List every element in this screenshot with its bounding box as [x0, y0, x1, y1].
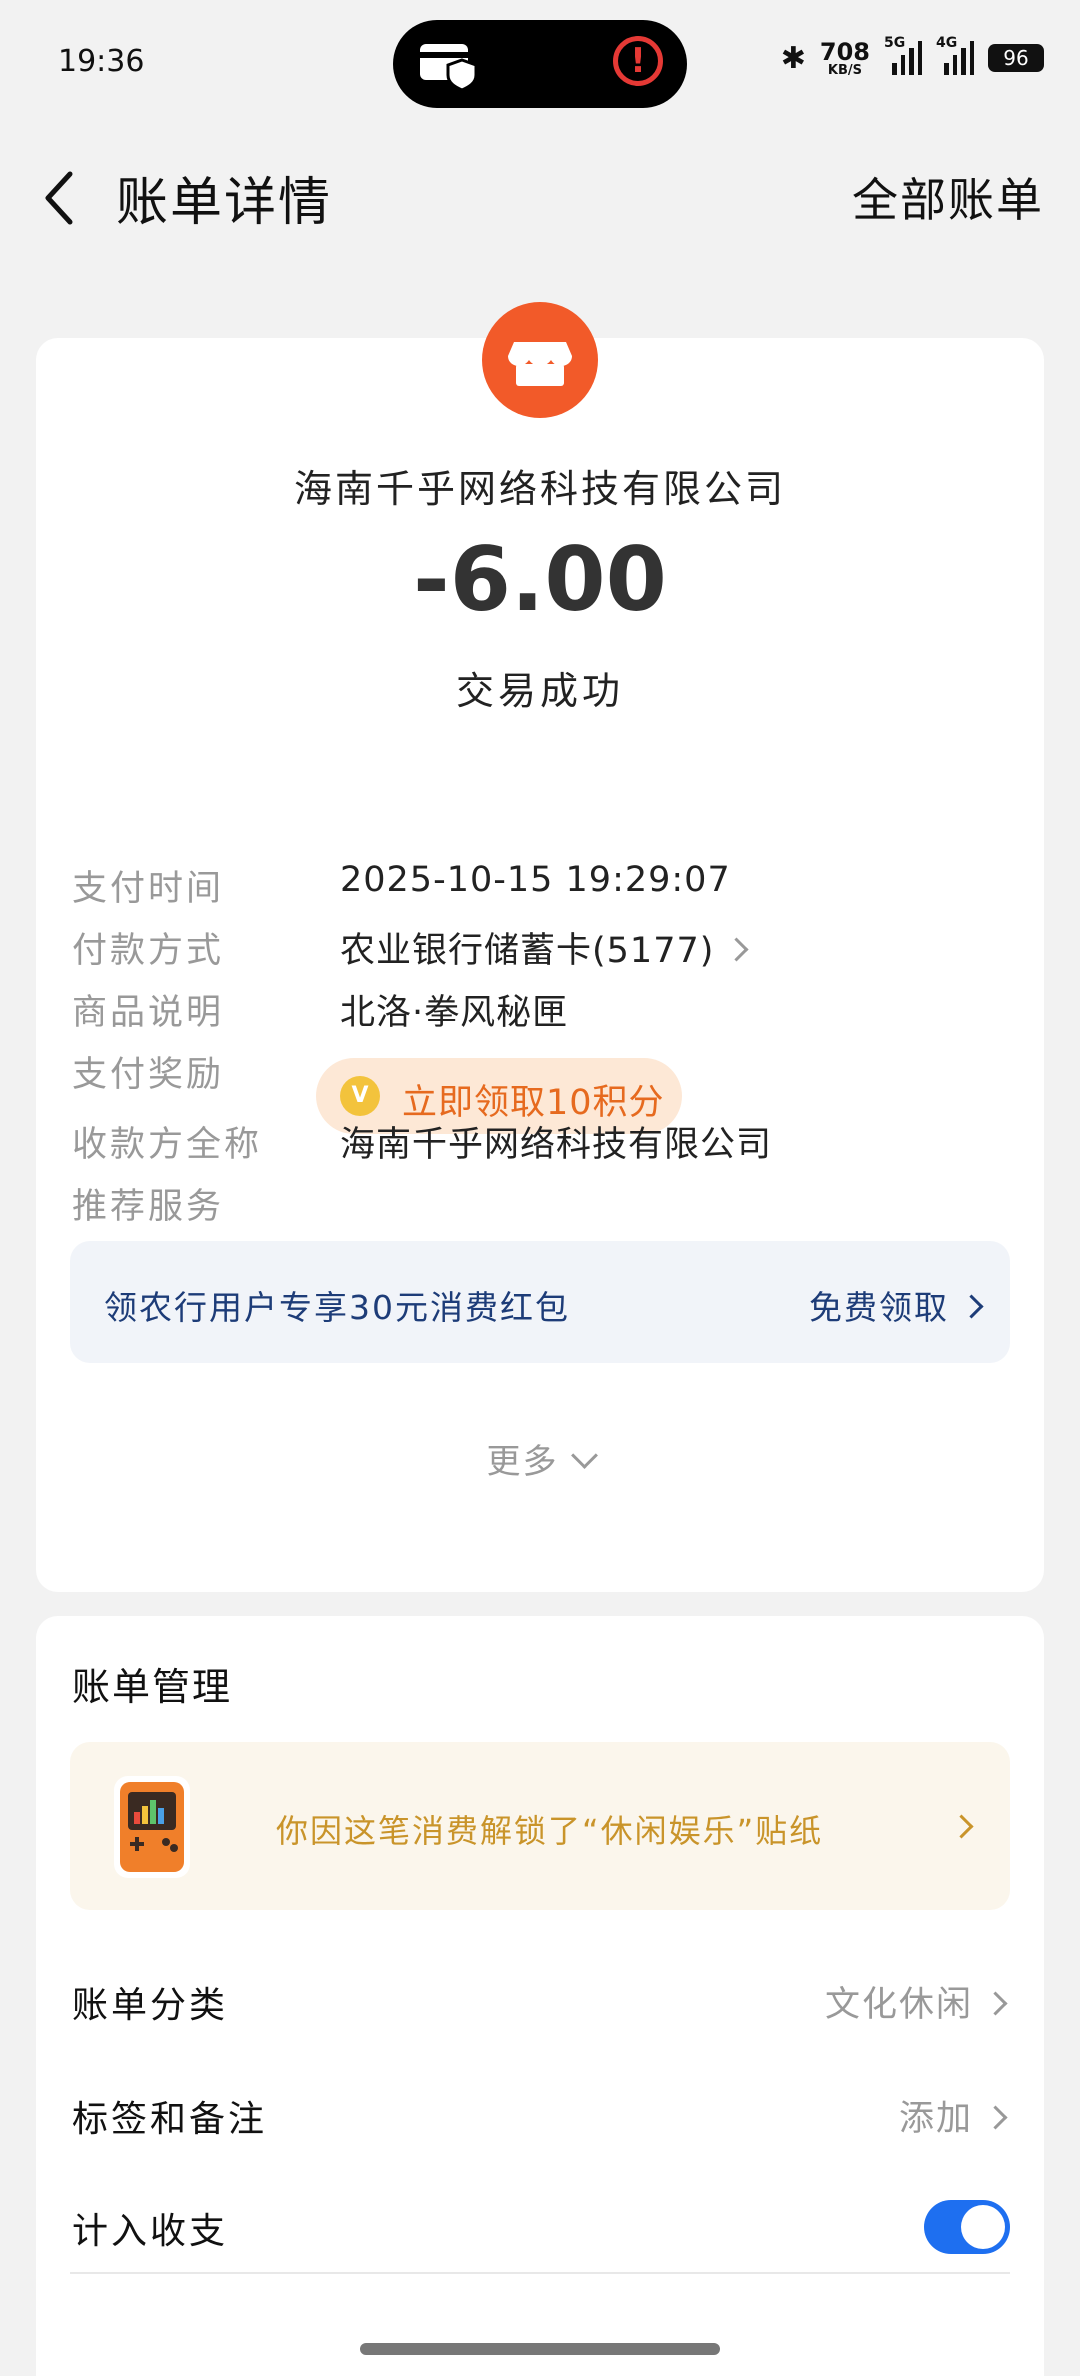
section-title: 账单管理 — [72, 1665, 233, 1709]
signal-5g-icon: 5G — [884, 35, 922, 75]
signal-4g-icon: 4G — [936, 35, 974, 75]
chevron-right-icon — [949, 1814, 974, 1839]
payment-reward-label: 支付奖励 — [72, 1055, 225, 1095]
payment-method-label: 付款方式 — [72, 931, 225, 971]
back-arrow-icon[interactable] — [40, 168, 80, 228]
recommended-services-label: 推荐服务 — [72, 1187, 225, 1227]
bill-management-card: 账单管理 你因这笔消费解锁了“休闲娱乐”贴纸 账单分类 文化休闲 标签和备注 添… — [36, 1616, 1044, 2376]
network-speed-unit: KB/S — [827, 62, 862, 78]
promo-banner[interactable]: 领农行用户专享30元消费红包 免费领取 — [70, 1241, 1010, 1363]
status-bar: 19:36 ! ✱ 708 KB/S 5G 4G 96 — [0, 0, 1080, 130]
tags-notes-label: 标签和备注 — [72, 2099, 268, 2140]
signal-5g-label: 5G — [884, 35, 906, 51]
payment-time-label: 支付时间 — [72, 869, 225, 909]
network-speed: 708 KB/S — [820, 40, 870, 77]
card-shield-icon — [420, 44, 478, 90]
tags-notes-add-label: 添加 — [898, 2099, 973, 2139]
store-icon — [482, 302, 598, 418]
promo-claim-button[interactable]: 免费领取 — [809, 1281, 984, 1329]
dynamic-island[interactable]: ! — [393, 20, 687, 108]
include-in-stats-label: 计入收支 — [72, 2211, 229, 2252]
merchant-name: 海南千乎网络科技有限公司 — [293, 467, 786, 511]
include-in-stats-toggle[interactable] — [924, 2200, 1010, 2254]
chevron-right-icon — [983, 2104, 1008, 2130]
more-label: 更多 — [486, 1442, 559, 1482]
product-desc-label: 商品说明 — [72, 993, 225, 1033]
payment-time-value: 2025-10-15 19:29:07 — [340, 860, 731, 900]
product-desc-value: 北洛·拳风秘匣 — [340, 993, 569, 1033]
bill-detail-card: 海南千乎网络科技有限公司 -6.00 交易成功 支付时间 2025-10-15 … — [36, 302, 1044, 1592]
status-time: 19:36 — [58, 44, 145, 79]
chevron-right-icon — [724, 936, 749, 962]
signal-4g-label: 4G — [936, 35, 958, 51]
all-bills-link[interactable]: 全部账单 — [852, 164, 1044, 230]
bill-category-label: 账单分类 — [72, 1985, 229, 2026]
payee-name-value: 海南千乎网络科技有限公司 — [340, 1125, 773, 1165]
chevron-right-icon — [983, 1990, 1008, 2016]
payee-name-label: 收款方全称 — [72, 1125, 263, 1165]
top-navbar: 账单详情 全部账单 — [0, 130, 1080, 250]
transaction-amount: -6.00 — [413, 528, 667, 631]
tags-notes-add[interactable]: 添加 — [898, 2090, 1008, 2141]
more-button[interactable]: 更多 — [36, 1434, 1044, 1483]
sticker-unlock-text: 你因这笔消费解锁了“休闲娱乐”贴纸 — [276, 1812, 824, 1850]
home-indicator[interactable] — [360, 2343, 720, 2355]
page-title: 账单详情 — [116, 173, 333, 233]
alert-icon: ! — [613, 36, 663, 86]
network-speed-value: 708 — [819, 37, 870, 66]
bill-category-text: 文化休闲 — [824, 1985, 973, 2025]
bill-category-value[interactable]: 文化休闲 — [824, 1976, 1008, 2027]
payment-method-text: 农业银行储蓄卡(5177) — [340, 931, 715, 971]
toggle-knob — [961, 2205, 1005, 2249]
bluetooth-icon: ✱ — [780, 40, 806, 76]
status-icons: ✱ 708 KB/S 5G 4G 96 — [780, 35, 1044, 78]
chevron-right-icon — [959, 1294, 984, 1319]
chevron-down-icon — [570, 1442, 598, 1469]
battery-icon: 96 — [988, 44, 1044, 72]
promo-text: 领农行用户专享30元消费红包 — [104, 1288, 570, 1327]
sticker-unlock-banner[interactable]: 你因这笔消费解锁了“休闲娱乐”贴纸 — [70, 1742, 1010, 1910]
game-console-sticker-icon — [114, 1776, 190, 1878]
promo-claim-label: 免费领取 — [809, 1288, 949, 1327]
divider — [70, 2272, 1010, 2274]
points-coin-icon: V — [340, 1076, 380, 1116]
transaction-status: 交易成功 — [455, 669, 624, 713]
payment-method-value[interactable]: 农业银行储蓄卡(5177) — [340, 922, 749, 973]
